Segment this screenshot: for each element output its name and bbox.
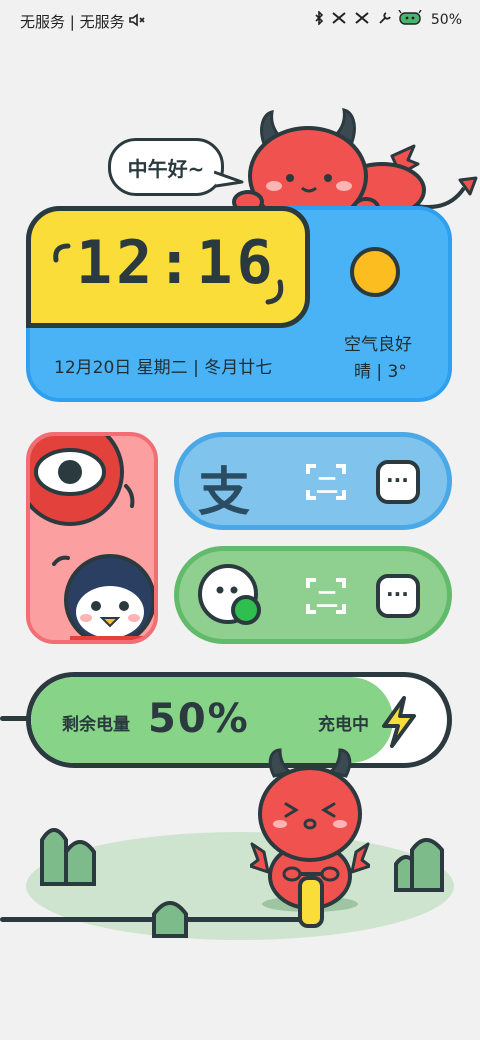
bush-middle-icon <box>152 901 188 938</box>
sun-icon <box>350 247 400 297</box>
battery-status-icon <box>398 9 424 30</box>
status-bar-left: 无服务 | 无服务 <box>20 11 145 32</box>
clock-date: 12月20日 星期二 | 冬月廿七 <box>54 358 273 378</box>
wechat-scan-glyph: 二 <box>316 588 339 613</box>
alipay-pay-button[interactable]: ··· <box>376 460 420 504</box>
air-quality-text: 空气良好 <box>344 335 412 355</box>
status-bar-right: 50% <box>314 9 462 30</box>
greeting-text: 中午好~ <box>127 156 205 181</box>
wechat-icon[interactable] <box>196 562 266 626</box>
battery-label: 剩余电量 <box>62 715 130 735</box>
bluetooth-icon <box>314 10 324 29</box>
character-art <box>30 436 154 640</box>
mute-icon <box>128 12 145 31</box>
tools-icon <box>331 11 347 29</box>
character-widget[interactable] <box>26 432 158 644</box>
tools-icon-2 <box>354 11 370 29</box>
weather-text: 晴 | 3° <box>354 362 407 382</box>
lightning-icon <box>382 696 416 748</box>
bush-right-icon <box>394 838 444 892</box>
devil-mascot-bottom <box>250 748 370 928</box>
charging-text: 充电中 <box>318 715 369 735</box>
wechat-pay-button[interactable]: ··· <box>376 574 420 618</box>
clock-time: 12:16 <box>76 228 277 298</box>
wechat-pay-glyph: ··· <box>386 582 409 606</box>
alipay-pay-glyph: ··· <box>386 468 409 492</box>
alipay-icon[interactable]: 支 <box>198 450 250 525</box>
battery-percent-text: 50% <box>430 12 462 28</box>
wechat-scan-button[interactable]: 二 <box>306 576 346 616</box>
battery-percent: 50% <box>148 696 250 742</box>
bush-left-icon <box>40 828 96 886</box>
greeting-bubble: 中午好~ <box>108 138 224 196</box>
wrench-icon <box>377 11 391 29</box>
status-bar: 无服务 | 无服务 50% <box>0 0 480 42</box>
alipay-scan-button[interactable]: 二 <box>306 462 346 502</box>
alipay-scan-glyph: 二 <box>316 474 339 499</box>
carrier-text: 无服务 | 无服务 <box>20 13 125 31</box>
